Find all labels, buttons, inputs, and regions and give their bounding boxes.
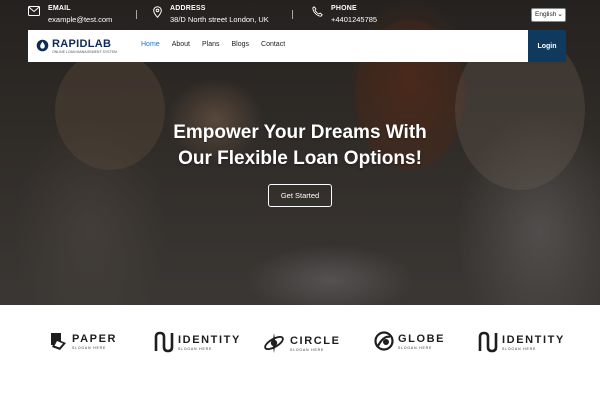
chevron-down-icon: ⌄: [557, 11, 563, 18]
paper-logo-icon: [51, 333, 66, 350]
email-value[interactable]: example@test.com: [48, 15, 112, 24]
globe-logo-icon: [374, 331, 394, 351]
partner-name: PAPER: [72, 332, 118, 345]
phone-label: PHONE: [331, 5, 357, 12]
identity-logo-icon: [154, 331, 174, 353]
partner-slogan: SLOGAN HERE: [178, 346, 213, 351]
partner-name: CIRCLE: [290, 334, 341, 347]
partner-slogan: SLOGAN HERE: [72, 345, 107, 350]
top-info-bar: EMAIL example@test.com ADDRESS 38/D Nort…: [0, 0, 600, 32]
partner-name: GLOBE: [398, 332, 446, 345]
nav-item-about[interactable]: About: [172, 41, 190, 48]
partner-logo-globe[interactable]: GLOBE SLOGAN HERE: [374, 331, 445, 351]
phone-value[interactable]: +4401245785: [331, 15, 377, 24]
partner-logo-identity-2[interactable]: IDENTITY SLOGAN HERE: [478, 331, 565, 353]
language-value: English: [535, 11, 557, 18]
partner-slogan: SLOGAN HERE: [290, 347, 325, 352]
hero-headline: Empower Your Dreams With Our Flexible Lo…: [0, 120, 600, 172]
hero-headline-line-2: Our Flexible Loan Options!: [178, 148, 422, 169]
partner-name: IDENTITY: [502, 333, 565, 346]
address-value: 38/D North street London, UK: [170, 15, 269, 24]
email-label: EMAIL: [48, 5, 71, 12]
nav-menu: Home About Plans Blogs Contact: [141, 41, 297, 48]
envelope-icon: [28, 6, 40, 16]
phone-info: PHONE +4401245785: [312, 5, 377, 24]
partner-logo-circle[interactable]: CIRCLE SLOGAN HERE: [262, 331, 341, 355]
email-info: EMAIL example@test.com: [28, 5, 112, 24]
divider: [292, 10, 293, 19]
phone-icon: [312, 6, 323, 17]
address-label: ADDRESS: [170, 5, 206, 12]
identity-logo-icon: [478, 331, 498, 353]
partner-logos-strip: PAPER SLOGAN HERE IDENTITY SLOGAN HERE C…: [0, 305, 600, 400]
nav-item-blogs[interactable]: Blogs: [232, 41, 250, 48]
partner-name: IDENTITY: [178, 333, 241, 346]
map-pin-icon: [153, 6, 162, 18]
nav-item-home[interactable]: Home: [141, 41, 160, 48]
partner-slogan: SLOGAN HERE: [502, 346, 537, 351]
circle-logo-icon: [264, 333, 284, 353]
login-button[interactable]: Login: [528, 30, 566, 62]
nav-item-plans[interactable]: Plans: [202, 41, 220, 48]
address-info: ADDRESS 38/D North street London, UK: [153, 5, 269, 24]
language-select[interactable]: English ⌄: [531, 8, 566, 22]
hero-section: EMAIL example@test.com ADDRESS 38/D Nort…: [0, 0, 600, 305]
logo-text: RAPIDLAB: [52, 38, 112, 50]
nav-item-contact[interactable]: Contact: [261, 41, 285, 48]
partner-slogan: SLOGAN HERE: [398, 345, 433, 350]
divider: [136, 10, 137, 19]
partner-logo-paper[interactable]: PAPER SLOGAN HERE: [48, 331, 117, 351]
hero-headline-line-1: Empower Your Dreams With: [173, 122, 427, 143]
drop-logo-icon: [36, 39, 49, 52]
get-started-button[interactable]: Get Started: [268, 184, 332, 207]
logo-tagline: ONLINE LOAN MANAGEMENT SYSTEM: [52, 50, 117, 54]
partner-logo-identity[interactable]: IDENTITY SLOGAN HERE: [154, 331, 241, 353]
main-navbar: RAPIDLAB ONLINE LOAN MANAGEMENT SYSTEM H…: [28, 30, 566, 62]
